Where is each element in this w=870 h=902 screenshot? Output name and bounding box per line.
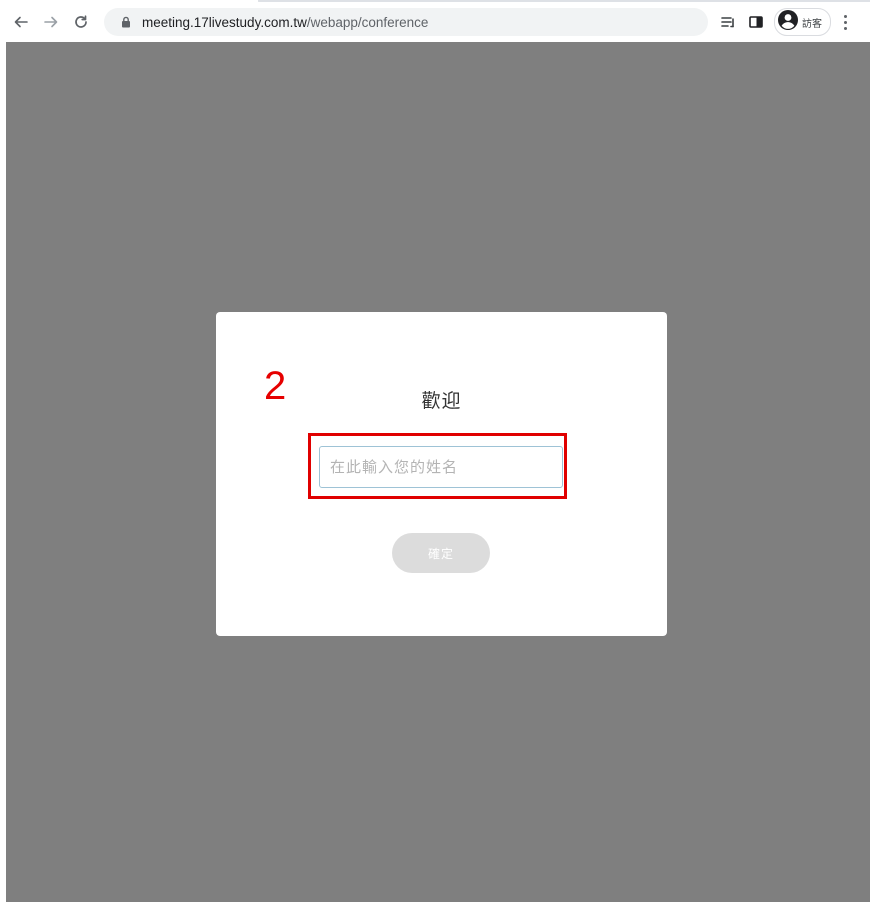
browser-toolbar: meeting.17livestudy.com.tw/webapp/confer… [0, 2, 870, 42]
dialog-title: 歡迎 [421, 390, 462, 412]
lock-icon[interactable] [118, 14, 134, 30]
profile-button[interactable]: 訪客 [774, 8, 831, 36]
profile-icon [777, 9, 799, 35]
side-panel-icon[interactable] [744, 10, 768, 34]
toolbar-actions: 訪客 [716, 8, 853, 36]
kebab-menu-icon[interactable] [837, 10, 853, 34]
profile-label: 訪客 [802, 18, 822, 30]
forward-arrow-icon[interactable] [40, 11, 62, 33]
url-path: /webapp/conference [306, 14, 429, 30]
address-bar[interactable]: meeting.17livestudy.com.tw/webapp/confer… [104, 8, 708, 36]
page-overlay: 2 歡迎 確定 [6, 42, 870, 902]
highlight-box [308, 433, 567, 499]
url-text: meeting.17livestudy.com.tw/webapp/confer… [142, 15, 428, 30]
back-arrow-icon[interactable] [10, 11, 32, 33]
reload-icon[interactable] [70, 11, 92, 33]
welcome-dialog: 2 歡迎 確定 [216, 312, 667, 636]
url-host: meeting.17livestudy.com.tw [142, 14, 307, 30]
confirm-button[interactable]: 確定 [392, 533, 490, 573]
reading-list-icon[interactable] [716, 10, 740, 34]
